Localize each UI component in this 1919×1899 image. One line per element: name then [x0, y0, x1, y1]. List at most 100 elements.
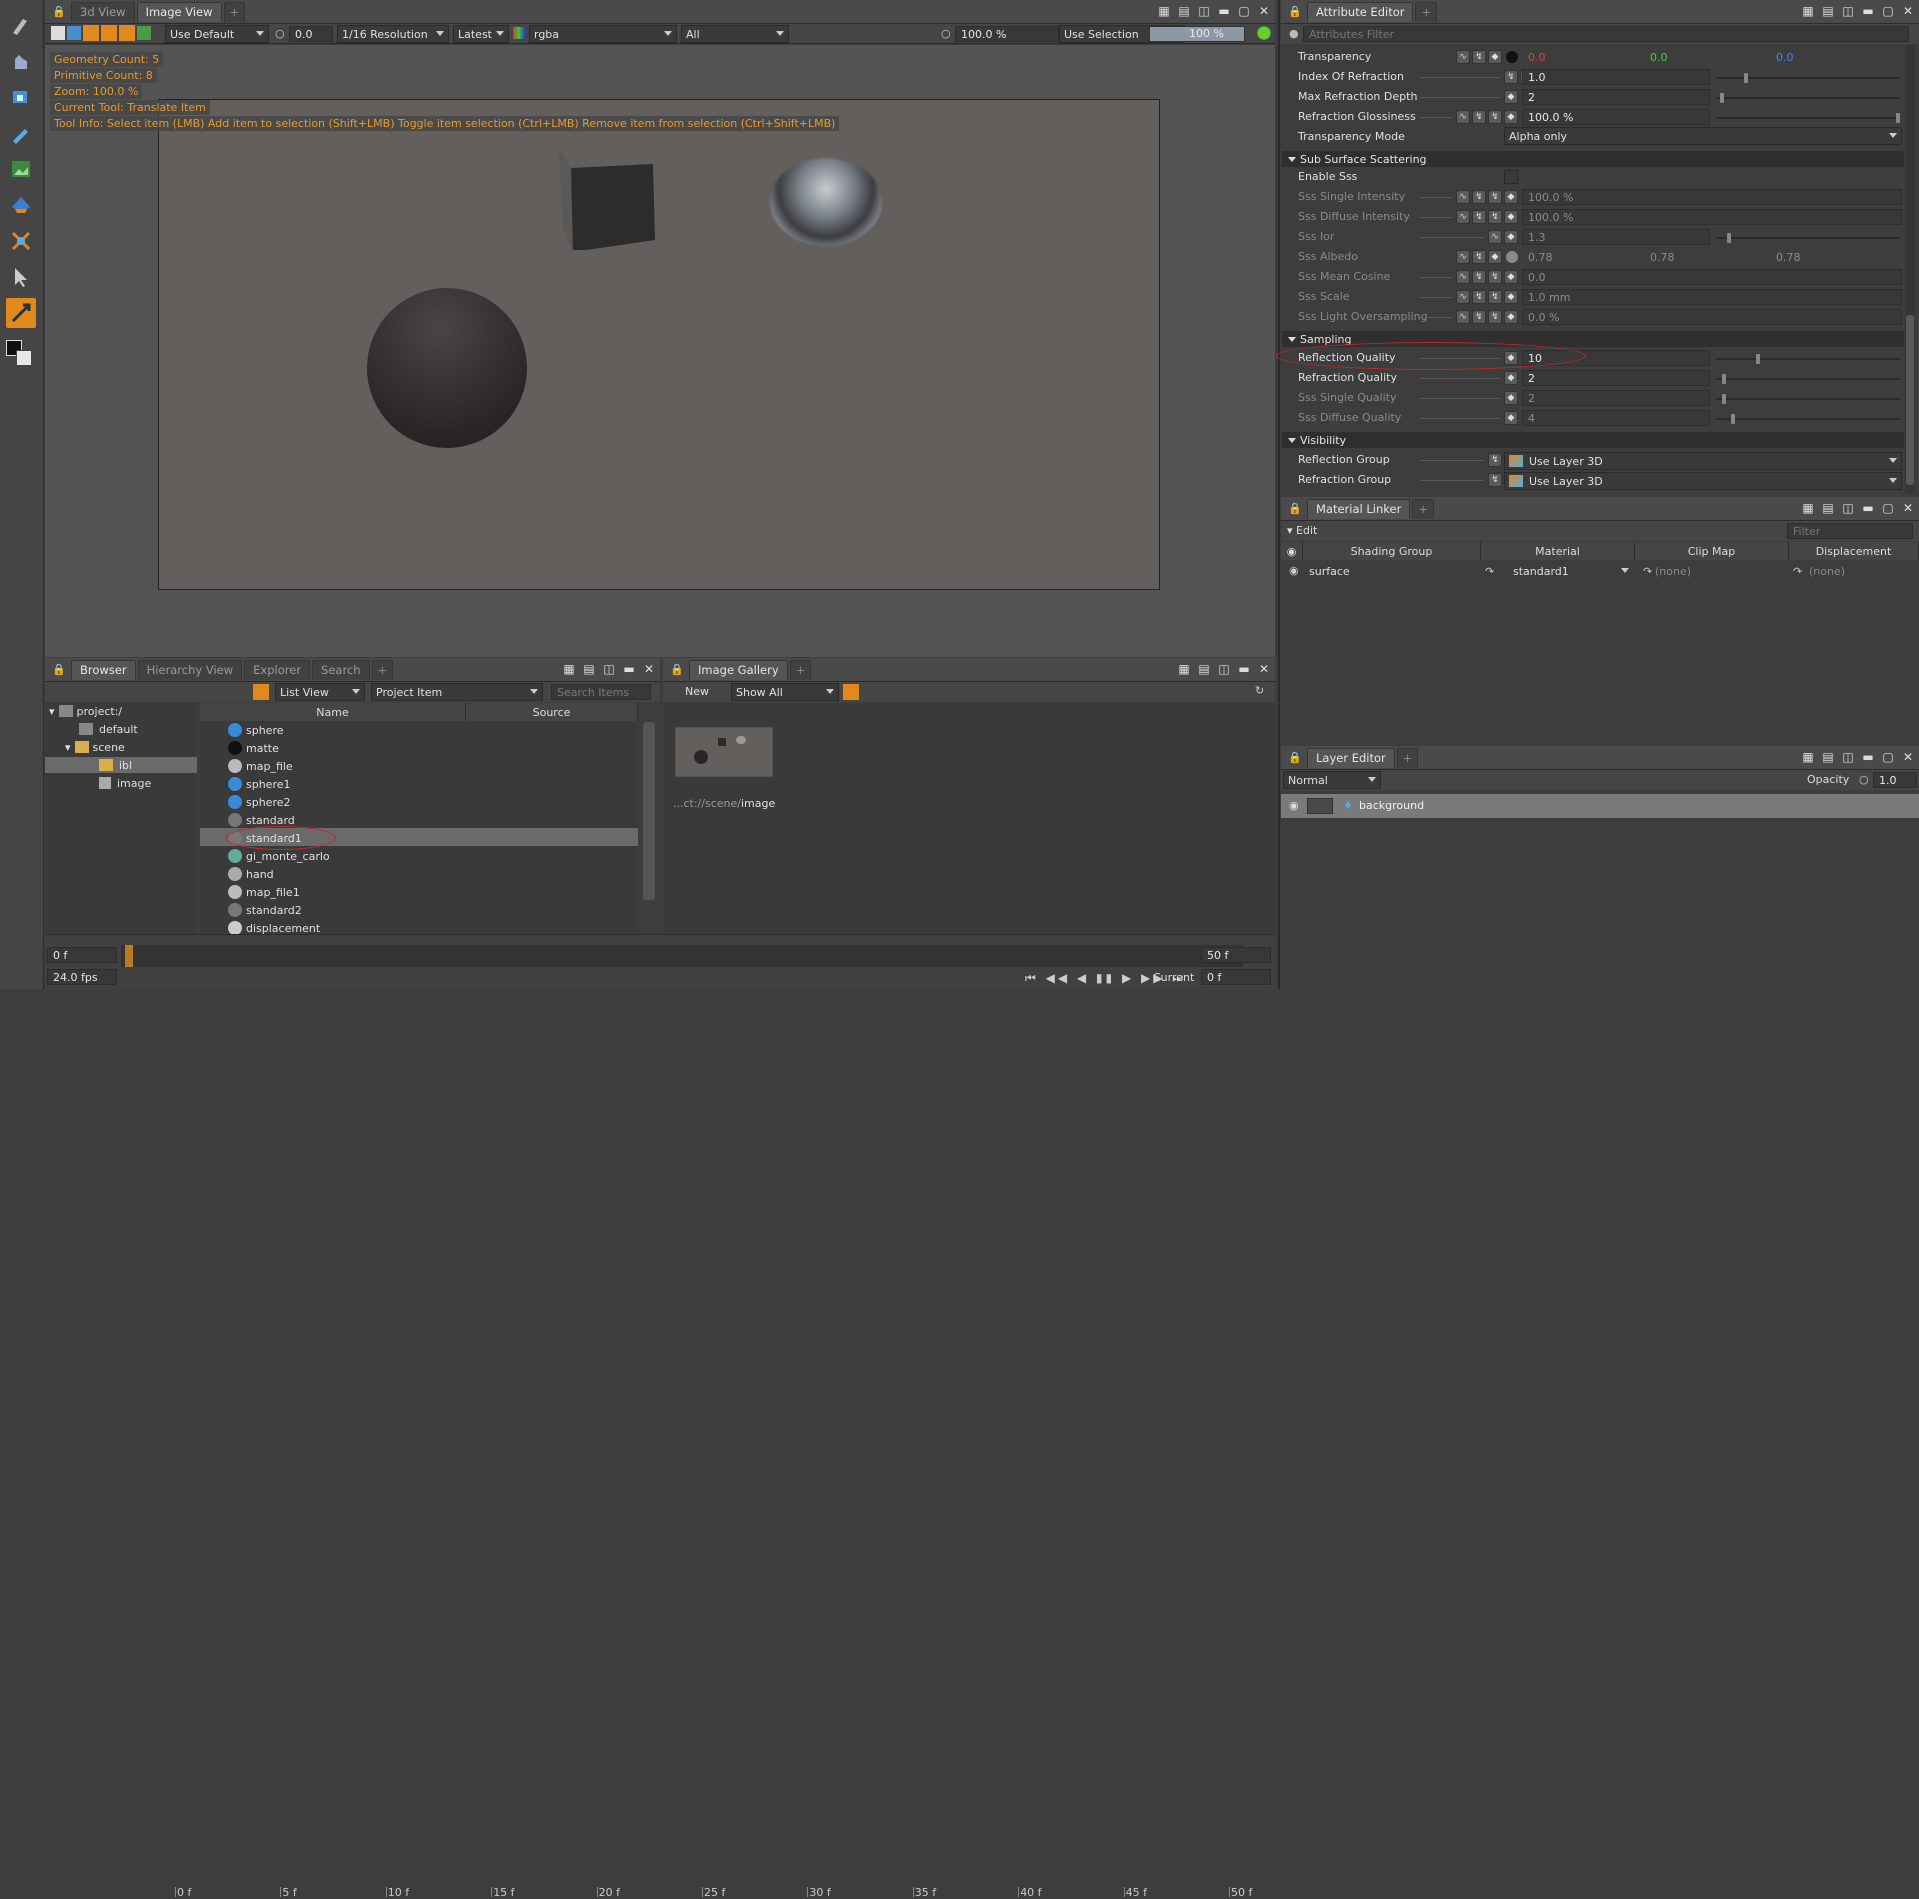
- tab-image-view[interactable]: Image View: [136, 1, 222, 22]
- tab-explorer[interactable]: Explorer: [244, 659, 311, 680]
- region-icon[interactable]: [137, 26, 151, 40]
- close-icon[interactable]: ✕: [1257, 662, 1271, 676]
- attribute-scrollbar-track[interactable]: [1905, 45, 1915, 493]
- attr-value-field[interactable]: 0.0 %: [1522, 309, 1902, 325]
- timeline-start-field[interactable]: 0 f: [47, 947, 117, 963]
- minimize-icon[interactable]: ▬: [622, 662, 636, 676]
- grid-icon[interactable]: [119, 25, 135, 41]
- tree-item-project[interactable]: ▾ project:/: [49, 703, 122, 719]
- tree-item-image[interactable]: image: [99, 775, 151, 791]
- group-combo-reflection-group[interactable]: Use Layer 3D: [1504, 452, 1902, 470]
- current-frame-field[interactable]: 0 f: [1201, 969, 1271, 985]
- key-icon[interactable]: ↯: [1488, 310, 1502, 324]
- layer-combo[interactable]: All: [681, 25, 789, 43]
- gallery-thumbnail[interactable]: [675, 727, 773, 777]
- minimize-icon[interactable]: ▬: [1237, 662, 1251, 676]
- key-icon[interactable]: ↯: [1488, 190, 1502, 204]
- lock-icon[interactable]: 🔒: [51, 4, 67, 20]
- transparency-color-swatch[interactable]: [1506, 51, 1518, 63]
- background-color-swatch[interactable]: [16, 350, 32, 366]
- split-icon[interactable]: ▤: [1821, 501, 1835, 515]
- link-icon[interactable]: ↯: [1472, 50, 1486, 64]
- render-tool-icon[interactable]: [6, 190, 36, 220]
- lock-icon[interactable]: ◆: [1504, 270, 1518, 284]
- curve-icon[interactable]: ∿: [1488, 230, 1502, 244]
- list-item[interactable]: map_file: [200, 757, 638, 775]
- attr-value-field[interactable]: 100.0 %: [1522, 209, 1902, 225]
- fps-field[interactable]: 24.0 fps: [47, 969, 117, 985]
- tile-icon[interactable]: ◫: [1197, 4, 1211, 18]
- maximize-icon[interactable]: ▢: [1881, 4, 1895, 18]
- attr-value-field[interactable]: 100.0 %: [1522, 109, 1710, 125]
- tab-image-gallery[interactable]: Image Gallery: [689, 659, 788, 680]
- link-icon[interactable]: ↯: [1488, 473, 1502, 487]
- curve-icon[interactable]: ∿: [1456, 270, 1470, 284]
- layer-row-background[interactable]: ◉ ♦ background: [1281, 794, 1919, 818]
- slider-knob[interactable]: [1721, 394, 1726, 404]
- link-icon[interactable]: ↯: [1472, 310, 1486, 324]
- tree-item-default[interactable]: default: [79, 721, 138, 737]
- column-header-name[interactable]: Name: [200, 703, 466, 721]
- attribute-scrollbar-thumb[interactable]: [1906, 315, 1914, 485]
- attr-slider[interactable]: [1716, 73, 1900, 83]
- exposure-field[interactable]: 0.0: [289, 26, 333, 42]
- lock-icon[interactable]: 🔒: [669, 662, 685, 678]
- opacity-field[interactable]: 1.0: [1873, 772, 1917, 788]
- attr-slider[interactable]: [1716, 233, 1900, 243]
- blend-mode-combo[interactable]: Normal: [1283, 771, 1381, 789]
- edit-menu[interactable]: ▾ Edit: [1287, 524, 1317, 537]
- timeline-end-field[interactable]: 50 f: [1201, 947, 1271, 963]
- layout-icon[interactable]: ▦: [1157, 4, 1171, 18]
- tile-icon[interactable]: ◫: [602, 662, 616, 676]
- lock-icon[interactable]: ◆: [1504, 391, 1518, 405]
- tree-item-scene[interactable]: ▾ scene: [65, 739, 125, 755]
- lock-icon[interactable]: ◆: [1504, 210, 1518, 224]
- group-combo-refraction-group[interactable]: Use Layer 3D: [1504, 472, 1902, 490]
- column-header-source[interactable]: Source: [466, 703, 638, 721]
- attr-value-field[interactable]: 100.0 %: [1522, 189, 1902, 205]
- browser-scrollbar[interactable]: [643, 722, 655, 900]
- add-tab-button[interactable]: +: [1415, 1, 1438, 22]
- tile-icon[interactable]: ◫: [1217, 662, 1231, 676]
- slider-knob[interactable]: [1719, 93, 1724, 103]
- channel-combo[interactable]: rgba: [529, 25, 677, 43]
- translate-tool-icon[interactable]: [6, 298, 36, 328]
- tab-browser[interactable]: Browser: [71, 659, 136, 680]
- list-item[interactable]: sphere: [200, 721, 638, 739]
- attr-value-field[interactable]: 1.3: [1522, 229, 1710, 245]
- curve-icon[interactable]: ∿: [1456, 210, 1470, 224]
- link-icon[interactable]: ↯: [1472, 270, 1486, 284]
- browser-search-input[interactable]: Search Items: [551, 684, 651, 700]
- lock-icon[interactable]: ◆: [1504, 290, 1518, 304]
- tree-item-ibl[interactable]: ibl: [99, 757, 132, 773]
- image-tool-icon[interactable]: [6, 154, 36, 184]
- column-header-shading-group[interactable]: Shading Group: [1303, 542, 1481, 560]
- checker-icon[interactable]: [83, 25, 99, 41]
- displacement-link-icon[interactable]: ↷: [1793, 565, 1802, 578]
- resolution-combo[interactable]: 1/16 Resolution: [337, 25, 449, 43]
- layer-visibility-icon[interactable]: ◉: [1289, 799, 1299, 812]
- key-icon[interactable]: ↯: [1504, 70, 1518, 84]
- list-item[interactable]: gi_monte_carlo: [200, 847, 638, 865]
- close-icon[interactable]: ✕: [1901, 750, 1915, 764]
- lock-icon[interactable]: ◆: [1504, 230, 1518, 244]
- split-icon[interactable]: ▤: [582, 662, 596, 676]
- key-icon[interactable]: ◆: [1488, 250, 1502, 264]
- close-icon[interactable]: ✕: [1257, 4, 1271, 18]
- curve-icon[interactable]: ∿: [1456, 250, 1470, 264]
- layout-icon[interactable]: ▦: [1801, 750, 1815, 764]
- clip-map-cell[interactable]: (none): [1655, 565, 1691, 578]
- folder-view-icon[interactable]: [253, 684, 269, 700]
- link-icon[interactable]: ↯: [1488, 453, 1502, 467]
- viewport-canvas[interactable]: Geometry Count: 5 Primitive Count: 8 Zoo…: [45, 45, 1275, 657]
- curve-icon[interactable]: ∿: [1456, 110, 1470, 124]
- gallery-show-combo[interactable]: Show All: [731, 683, 839, 701]
- section-visibility[interactable]: Visibility: [1282, 432, 1904, 448]
- timeline-playhead[interactable]: [125, 945, 133, 967]
- split-icon[interactable]: ▤: [1177, 4, 1191, 18]
- attr-slider[interactable]: [1716, 354, 1900, 364]
- close-icon[interactable]: ✕: [642, 662, 656, 676]
- view-combo[interactable]: List View: [275, 683, 365, 701]
- lock-icon[interactable]: ◆: [1504, 310, 1518, 324]
- tile-icon[interactable]: ◫: [1841, 750, 1855, 764]
